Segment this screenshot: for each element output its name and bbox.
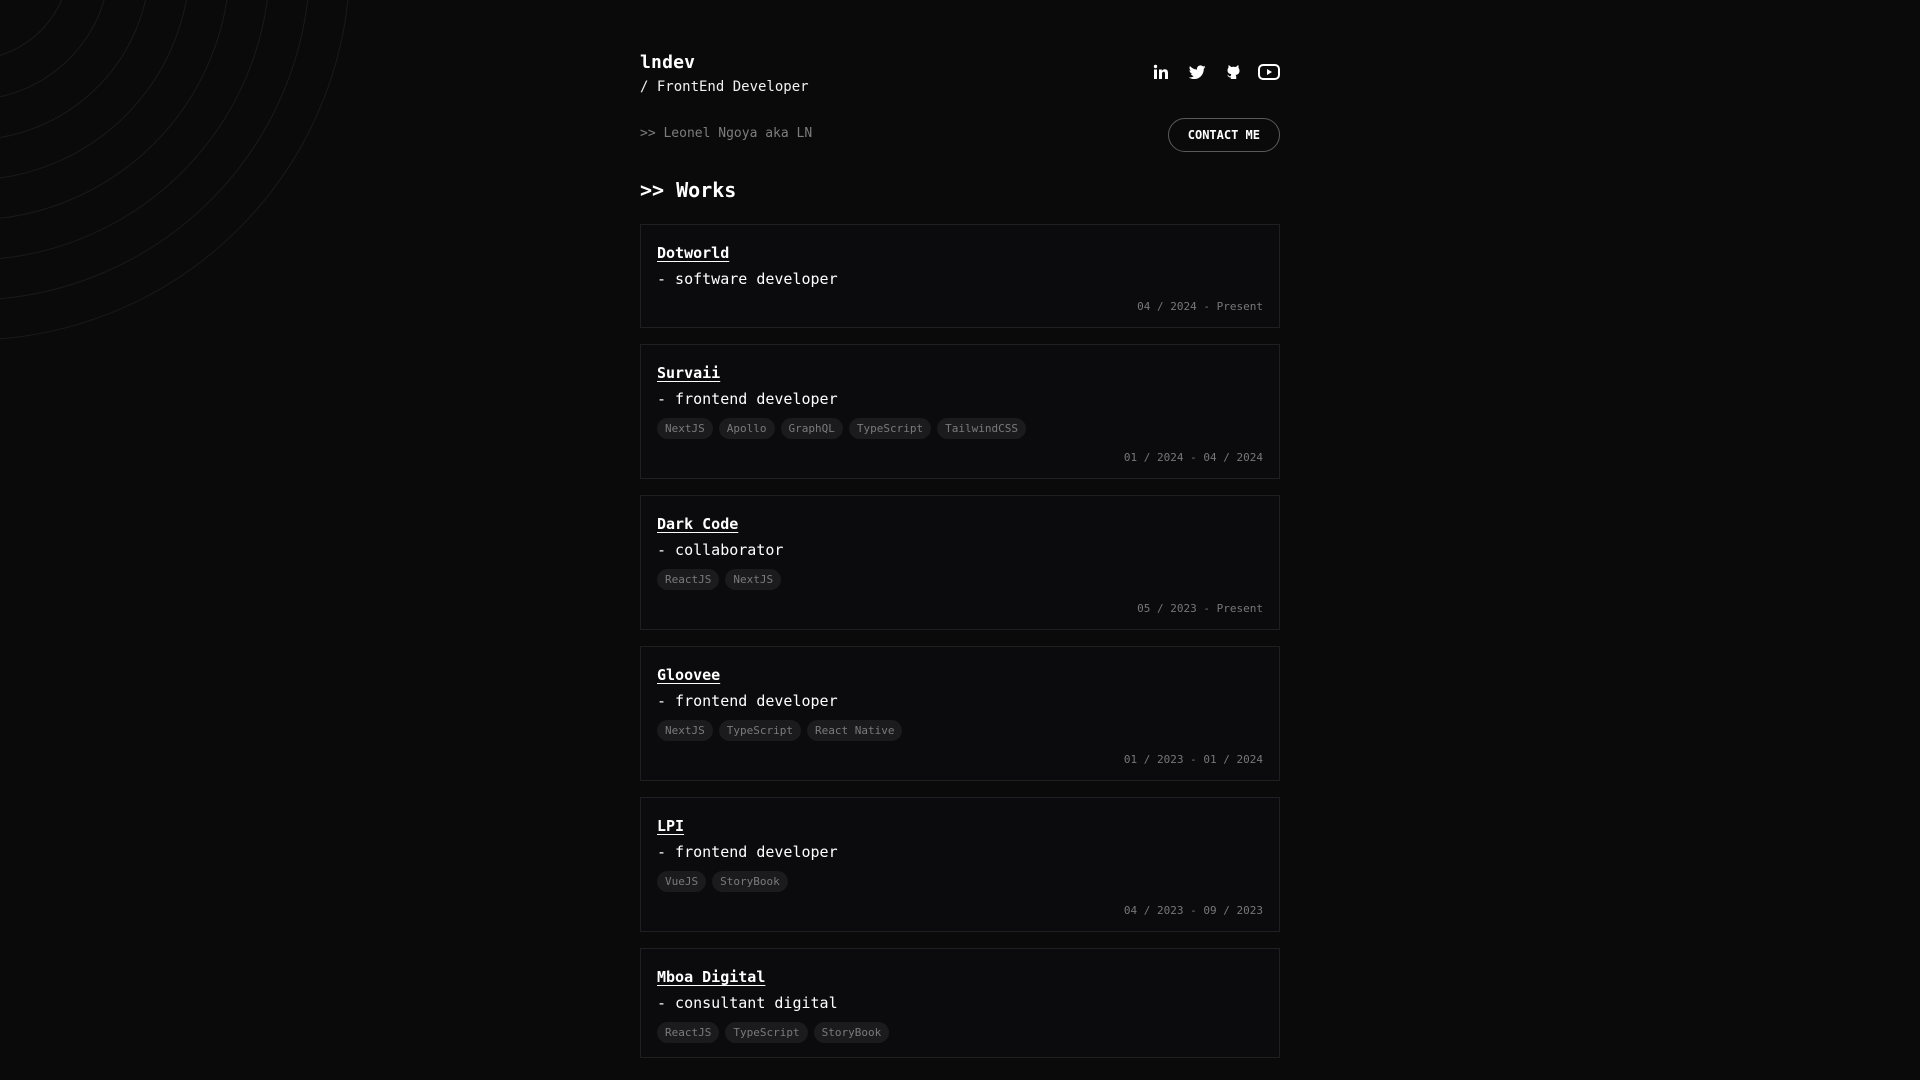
tech-tag: GraphQL [780,418,843,439]
contact-me-button[interactable]: CONTACT ME [1167,118,1280,152]
tech-tag: StoryBook [813,1022,890,1043]
work-company-link[interactable]: Survaii [657,364,720,382]
work-role: - collaborator [657,541,784,559]
background-rings-decoration [0,0,349,340]
tech-tag: StoryBook [712,871,788,892]
tech-tags: NextJS Apollo GraphQL TypeScript Tailwin… [657,418,1263,439]
tech-tags: VueJS StoryBook [657,871,1263,892]
twitter-icon[interactable] [1186,61,1208,83]
tech-tag: NextJS [657,418,713,439]
work-role: - software developer [657,270,838,288]
works-section-title: >> Works [640,178,737,202]
tech-tag: ReactJS [657,569,720,590]
work-role: - frontend developer [657,843,838,861]
tech-tag: NextJS [725,569,782,590]
page-header: lndev / FrontEnd Developer >> Leonel Ngo… [640,48,1280,152]
work-dates: 01 / 2024 - 04 / 2024 [1123,451,1263,464]
work-dates: 05 / 2023 - Present [1137,602,1263,615]
work-company-link[interactable]: Gloovee [657,666,720,684]
intro-line: >> Leonel Ngoya aka LN [640,126,813,141]
work-card: LPI - frontend developer VueJS StoryBook… [640,797,1280,932]
work-company-link[interactable]: Dark Code [657,515,738,533]
tech-tags: NextJS TypeScript React Native [657,720,1263,741]
tech-tag: ReactJS [657,1022,720,1043]
role-subtitle: / FrontEnd Developer [640,79,809,95]
works-list: Dotworld - software developer 04 / 2024 … [640,224,1280,1074]
work-dates: 01 / 2023 - 01 / 2024 [1123,753,1263,766]
work-company-link[interactable]: Mboa Digital [657,968,765,986]
work-dates: 04 / 2024 - Present [1137,300,1263,313]
work-card: Survaii - frontend developer NextJS Apol… [640,344,1280,479]
tech-tag: NextJS [657,720,713,741]
youtube-icon[interactable] [1258,61,1280,83]
github-icon[interactable] [1222,61,1244,83]
work-card: Mboa Digital - consultant digital ReactJ… [640,948,1280,1058]
tech-tags: ReactJS TypeScript StoryBook [657,1022,1263,1043]
linkedin-icon[interactable] [1150,61,1172,83]
tech-tag: VueJS [657,871,707,892]
tech-tag: Apollo [718,418,775,439]
tech-tag: React Native [806,720,903,741]
brand-name[interactable]: lndev [640,52,695,73]
work-company-link[interactable]: Dotworld [657,244,729,262]
tech-tags: ReactJS NextJS [657,569,1263,590]
work-card: Dotworld - software developer 04 / 2024 … [640,224,1280,328]
work-company-link[interactable]: LPI [657,817,684,835]
page-container: lndev / FrontEnd Developer >> Leonel Ngo… [640,48,1280,1058]
tech-tag: TailwindCSS [937,418,1026,439]
tech-tag: TypeScript [718,720,801,741]
work-dates: 04 / 2023 - 09 / 2023 [1123,904,1263,917]
work-card: Dark Code - collaborator ReactJS NextJS … [640,495,1280,630]
work-role: - consultant digital [657,994,838,1012]
social-links [1150,61,1280,83]
work-role: - frontend developer [657,692,838,710]
tech-tag: TypeScript [725,1022,808,1043]
tech-tag: TypeScript [848,418,932,439]
work-card: Gloovee - frontend developer NextJS Type… [640,646,1280,781]
work-role: - frontend developer [657,390,838,408]
